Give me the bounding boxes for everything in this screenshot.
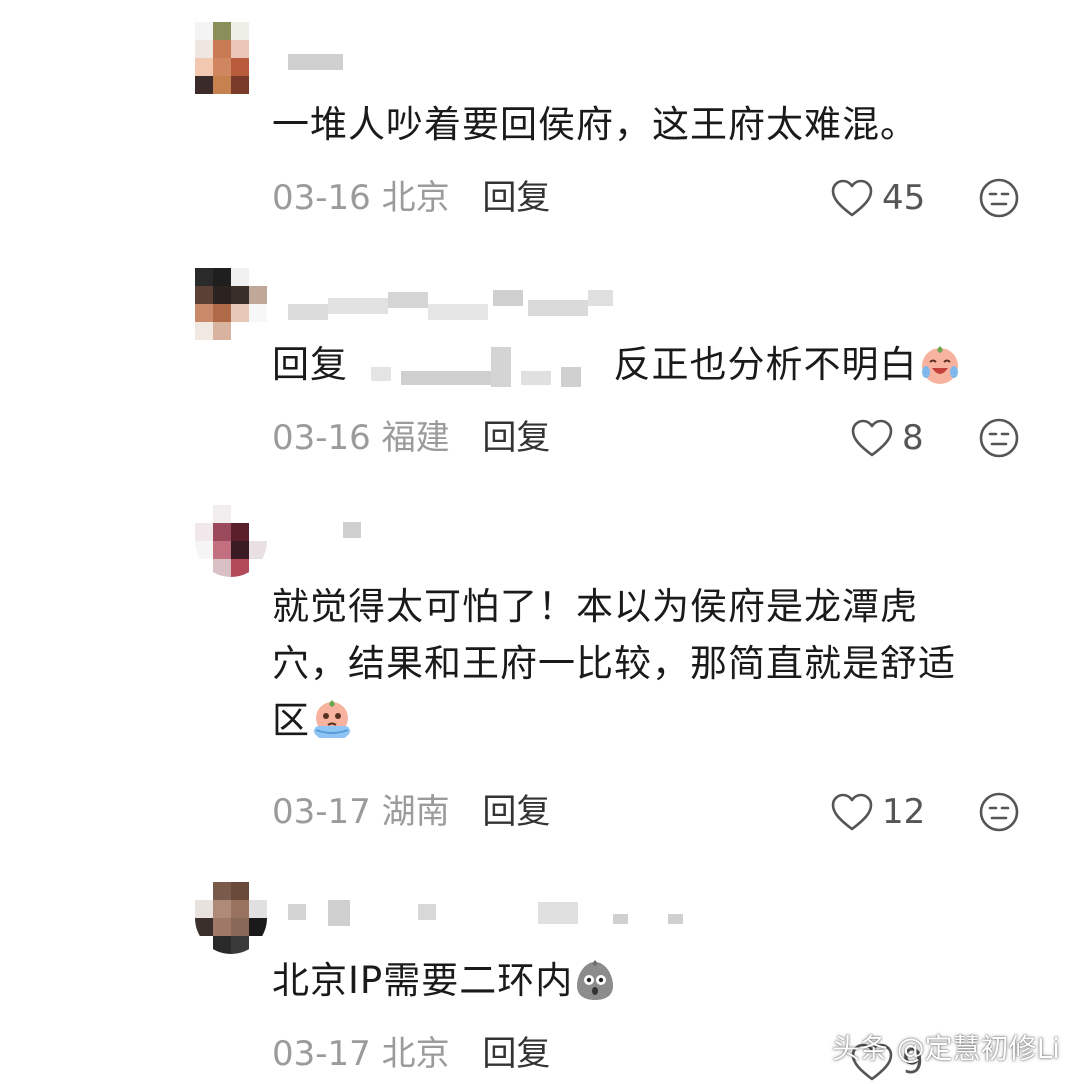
- heart-icon: [851, 419, 893, 457]
- avatar[interactable]: [195, 882, 267, 954]
- comment-date: 03-16: [272, 418, 371, 458]
- laughing-crying-peach-emoji: [921, 345, 958, 384]
- comment-location: 福建: [381, 418, 450, 458]
- reply-button[interactable]: 回复: [482, 178, 550, 218]
- reply-text: 反正也分析不明白: [613, 343, 918, 386]
- comment-text-line: 穴，结果和王府一比较，那简直就是舒适: [272, 642, 956, 685]
- avatar[interactable]: [195, 505, 267, 577]
- heart-icon: [831, 179, 873, 217]
- comment-text: 一堆人吵着要回侯府，这王府太难混。: [272, 103, 918, 146]
- reply-button[interactable]: 回复: [482, 418, 550, 458]
- reply-prefix: 回复: [272, 343, 348, 386]
- like-count: 45: [882, 178, 926, 218]
- mentioned-user[interactable]: [361, 346, 601, 387]
- comment-text: 回复 反正也分析不明白: [272, 336, 1052, 393]
- comment-meta: 03-16 北京 回复: [272, 176, 550, 220]
- comment-text-line: 就觉得太可怕了！本以为侯府是龙潭虎: [272, 585, 918, 628]
- like-count: 8: [902, 418, 924, 458]
- dislike-face-icon[interactable]: [978, 791, 1020, 833]
- heart-icon: [831, 793, 873, 831]
- crying-peach-emoji: [314, 699, 350, 738]
- reply-button[interactable]: 回复: [482, 1034, 550, 1074]
- comment-text: 北京IP需要二环内: [272, 952, 1052, 1009]
- comment-meta: 03-17 湖南 回复: [272, 790, 550, 834]
- shocked-gray-emoji: [577, 959, 614, 1000]
- reply-button[interactable]: 回复: [482, 792, 550, 832]
- comment-meta: 03-16 福建 回复: [272, 416, 550, 460]
- like-button[interactable]: 8: [850, 416, 924, 460]
- watermark: 头条 @定慧初修Li: [831, 1032, 1060, 1065]
- comment-location: 北京: [381, 1034, 450, 1074]
- comment-location: 湖南: [381, 792, 450, 832]
- comment-text-line: 区: [272, 692, 1052, 749]
- comment-date: 03-17: [272, 1034, 371, 1074]
- like-button[interactable]: 12: [830, 790, 925, 834]
- comment-date: 03-16: [272, 178, 371, 218]
- like-count: 12: [882, 792, 926, 832]
- like-button[interactable]: 45: [830, 176, 925, 220]
- comment-text: 就觉得太可怕了！本以为侯府是龙潭虎 穴，结果和王府一比较，那简直就是舒适 区: [272, 578, 1052, 749]
- dislike-face-icon[interactable]: [978, 417, 1020, 459]
- comment-location: 北京: [381, 178, 450, 218]
- comment-date: 03-17: [272, 792, 371, 832]
- comment-meta: 03-17 北京 回复: [272, 1032, 550, 1076]
- avatar[interactable]: [195, 268, 267, 340]
- avatar[interactable]: [195, 22, 267, 94]
- dislike-face-icon[interactable]: [978, 177, 1020, 219]
